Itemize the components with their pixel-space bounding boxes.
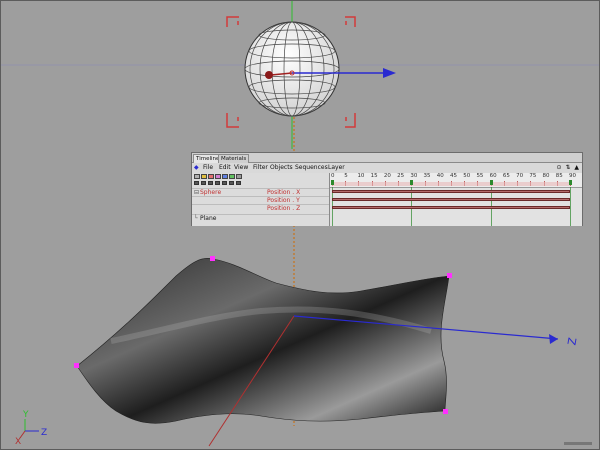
ruler-tick-label: 75 — [529, 173, 537, 179]
ruler-tick-label: 65 — [502, 173, 510, 179]
keyframe-line — [570, 187, 571, 226]
track-key-bar[interactable] — [332, 198, 570, 201]
layer-swatch[interactable] — [215, 174, 221, 179]
track-row[interactable]: Position . Z — [192, 204, 329, 213]
track-key-bar[interactable] — [332, 206, 570, 209]
keyframe-marker[interactable] — [489, 180, 493, 185]
layer-toggle[interactable] — [222, 181, 227, 185]
menu-sequences[interactable]: Sequences — [295, 163, 328, 172]
object-label-plane: Plane — [200, 215, 217, 222]
track-key-bar[interactable] — [332, 190, 570, 193]
viewport-indicator — [564, 442, 592, 445]
ruler-tick-label: 50 — [463, 173, 471, 179]
menu-objects[interactable]: Objects — [270, 163, 293, 172]
layer-swatch[interactable] — [229, 174, 235, 179]
layer-swatch[interactable] — [222, 174, 228, 179]
ruler-tick-label: 85 — [555, 173, 563, 179]
tree-connector-icon: └ — [194, 215, 198, 222]
track-label: Position . Z — [267, 205, 301, 212]
menu-file[interactable]: File — [203, 163, 213, 172]
layer-toggle[interactable] — [194, 181, 199, 185]
layer-toggle[interactable] — [201, 181, 206, 185]
plane-point[interactable] — [447, 273, 452, 278]
timeline-object-list: ⊟ Sphere Position . X Position . Y Posit… — [192, 173, 330, 226]
keyframe-marker[interactable] — [331, 180, 334, 185]
timeline-ruler[interactable]: 0 5 10 15 20 25 30 35 40 45 50 55 60 65 70 75 80 85 90 — [330, 173, 582, 188]
timeline-window[interactable]: Timeline Materials ◆ File Edit View Filt… — [191, 152, 583, 226]
ruler-tick-label: 10 — [357, 173, 365, 179]
ruler-tick-label: 60 — [489, 173, 497, 179]
ruler-tick-label: 30 — [410, 173, 418, 179]
ruler-tick-label: 55 — [476, 173, 484, 179]
ruler-tick-label: 5 — [344, 173, 348, 179]
keyframe-marker[interactable] — [569, 180, 572, 185]
ruler-tick-label: 45 — [450, 173, 457, 179]
axis-label-x: X — [15, 437, 21, 447]
layer-swatch[interactable] — [194, 174, 200, 179]
menu-layer[interactable]: Layer — [328, 163, 345, 172]
ruler-range-band — [332, 182, 570, 186]
plane-point[interactable] — [443, 409, 448, 414]
ruler-tick-label: 15 — [370, 173, 378, 179]
3d-viewport[interactable]: Z Y Z X Timeline Materials ◆ File Edit V… — [0, 0, 600, 450]
layer-toggle[interactable] — [208, 181, 213, 185]
z-axis-arrow[interactable] — [549, 334, 558, 344]
timeline-corner-icons[interactable]: ⊙ ⇅ ▲ — [557, 164, 580, 171]
layer-swatch[interactable] — [201, 174, 207, 179]
layer-toggle[interactable] — [229, 181, 234, 185]
timeline-menu-icon[interactable]: ◆ — [194, 163, 199, 172]
menu-edit[interactable]: Edit — [219, 163, 231, 172]
ruler-tick-label: 0 — [331, 173, 335, 179]
ruler-tick-label: 70 — [516, 173, 524, 179]
layer-swatch[interactable] — [208, 174, 214, 179]
z-handle-label: Z — [565, 336, 579, 346]
tab-materials[interactable]: Materials — [218, 154, 250, 163]
ruler-tick-label: 90 — [569, 173, 576, 179]
menu-filter[interactable]: Filter — [253, 163, 268, 172]
layer-swatch[interactable] — [236, 174, 242, 179]
ruler-tick-label: 35 — [423, 173, 431, 179]
world-axis-indicator: Y Z X — [15, 410, 47, 447]
plane-surface[interactable] — [76, 258, 450, 424]
sphere-x-arrow[interactable] — [265, 71, 273, 79]
timeline-tabs: Timeline Materials — [192, 153, 582, 163]
sphere-object[interactable] — [244, 21, 340, 117]
timeline-graph[interactable]: 0 5 10 15 20 25 30 35 40 45 50 55 60 65 70 75 80 85 90 — [330, 173, 582, 226]
menu-view[interactable]: View — [234, 163, 248, 172]
ruler-tick-label: 25 — [397, 173, 405, 179]
timeline-menubar: ◆ File Edit View Filter Objects Sequence… — [192, 163, 582, 172]
track-row-plane[interactable]: └ Plane — [192, 214, 329, 223]
layer-toggle[interactable] — [215, 181, 220, 185]
ruler-tick-label: 40 — [436, 173, 444, 179]
sphere-z-arrow[interactable] — [383, 68, 396, 78]
plane-point[interactable] — [210, 256, 215, 261]
plane-point[interactable] — [74, 363, 79, 368]
axis-label-y: Y — [22, 410, 29, 420]
ruler-tick-label: 20 — [383, 173, 391, 179]
axis-label-z: Z — [41, 428, 47, 438]
layer-toggle[interactable] — [236, 181, 241, 185]
ruler-tick-label: 80 — [542, 173, 550, 179]
keyframe-marker[interactable] — [410, 180, 414, 185]
